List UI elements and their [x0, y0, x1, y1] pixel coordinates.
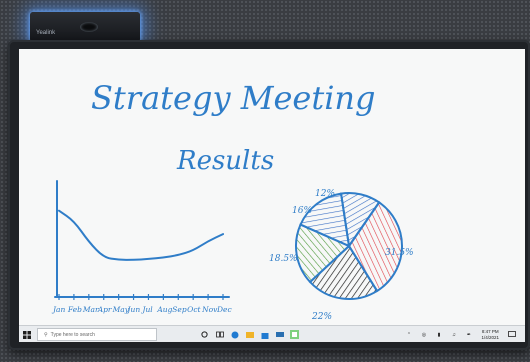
month-label: Oct [187, 305, 201, 314]
taskbar-search-input[interactable]: ⚲ Type here to search [37, 328, 157, 341]
month-label: Jul [140, 305, 153, 314]
pie-label: 12% [315, 189, 335, 199]
month-label: Dec [216, 305, 232, 314]
camera-brand: Yealink [36, 30, 56, 36]
pen-icon[interactable]: ✒ [464, 330, 473, 339]
edge-icon[interactable] [230, 330, 239, 339]
whiteboard-canvas[interactable]: Strategy Meeting Results Jan Feb Mar Apr May… [19, 49, 525, 325]
pie-label: 31.5% [385, 248, 414, 258]
chevron-up-icon[interactable]: ⌃ [404, 330, 413, 339]
pie-label: 18.5% [269, 254, 298, 264]
webcam: Yealink [30, 12, 140, 42]
board-title: Strategy Meeting [91, 79, 376, 117]
search-icon: ⚲ [44, 331, 48, 338]
clock[interactable]: 8:47 PM 1/4/2021 [481, 329, 499, 341]
volume-icon[interactable]: ♫ [449, 330, 458, 339]
month-label: Sep [172, 305, 187, 314]
file-explorer-icon[interactable] [245, 330, 254, 339]
taskbar: ⚲ Type here to search ⌃ ◎ ▮ ♫ ✒ 8:47 PM … [19, 325, 525, 342]
task-view-icon[interactable] [215, 330, 224, 339]
network-icon[interactable]: ◎ [419, 330, 428, 339]
system-tray: ⌃ ◎ ▮ ♫ ✒ 8:47 PM 1/4/2021 [401, 329, 525, 341]
display-screen: Strategy Meeting Results Jan Feb Mar Apr May… [19, 49, 525, 342]
month-label: Apr [97, 305, 112, 314]
month-label: Feb [67, 305, 82, 314]
line-chart-axes [54, 180, 230, 298]
windows-start-icon[interactable] [22, 330, 31, 339]
camera-lens [80, 22, 98, 32]
whiteboard-app-icon[interactable] [290, 330, 299, 339]
search-placeholder: Type here to search [50, 331, 95, 338]
mail-icon[interactable] [275, 330, 284, 339]
notifications-icon[interactable] [507, 330, 516, 339]
month-label: Jan [51, 305, 65, 314]
battery-icon[interactable]: ▮ [434, 330, 443, 339]
pie-label: 22% [311, 312, 332, 322]
pie-label: 16% [292, 206, 312, 216]
month-label: Aug [156, 305, 172, 314]
month-label: Nov [201, 305, 218, 314]
month-label: Jun [126, 305, 141, 314]
clock-date: 1/4/2021 [481, 334, 499, 340]
month-label: Mar [82, 305, 99, 314]
month-labels: Jan Feb Mar Apr MayJun Jul Aug Sep Oct Nov Dec [51, 305, 232, 314]
board-subtitle: Results [176, 146, 274, 176]
trend-line [58, 209, 224, 261]
store-icon[interactable] [260, 330, 269, 339]
cortana-icon[interactable] [200, 330, 209, 339]
